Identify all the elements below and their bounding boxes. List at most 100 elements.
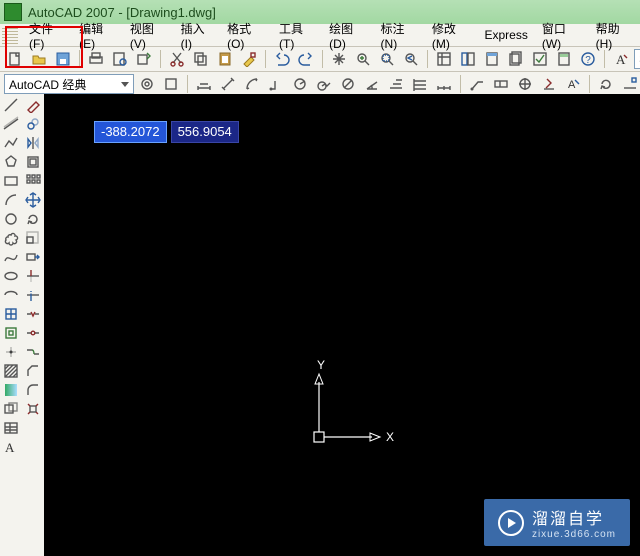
gradient-button[interactable] bbox=[2, 381, 20, 399]
menu-insert[interactable]: 插入(I) bbox=[174, 20, 220, 51]
help-button[interactable]: ? bbox=[577, 48, 599, 70]
dim-update-button[interactable] bbox=[595, 73, 617, 95]
dim-linear-button[interactable] bbox=[193, 73, 215, 95]
mtext-button[interactable]: A bbox=[2, 438, 20, 456]
dim-arc-button[interactable] bbox=[241, 73, 263, 95]
extend-button[interactable] bbox=[24, 286, 42, 304]
workspace-save-button[interactable] bbox=[160, 73, 182, 95]
xline-button[interactable] bbox=[2, 115, 20, 133]
stretch-button[interactable] bbox=[24, 248, 42, 266]
ellipse-button[interactable] bbox=[2, 267, 20, 285]
erase-button[interactable] bbox=[24, 96, 42, 114]
mirror-button[interactable] bbox=[24, 134, 42, 152]
table-button[interactable] bbox=[2, 419, 20, 437]
hatch-button[interactable] bbox=[2, 362, 20, 380]
block-button[interactable] bbox=[2, 324, 20, 342]
menu-draw[interactable]: 绘图(D) bbox=[322, 20, 373, 51]
sheetset-button[interactable] bbox=[505, 48, 527, 70]
undo-button[interactable] bbox=[271, 48, 293, 70]
dim-center-button[interactable] bbox=[514, 73, 536, 95]
menu-grip[interactable] bbox=[2, 26, 18, 44]
redo-button[interactable] bbox=[295, 48, 317, 70]
workspace-combo[interactable]: AutoCAD 经典 bbox=[4, 74, 134, 94]
toolpalettes-button[interactable] bbox=[481, 48, 503, 70]
dim-continue-button[interactable] bbox=[433, 73, 455, 95]
breakat-button[interactable] bbox=[24, 324, 42, 342]
drawing-area[interactable]: -388.2072 556.9054 Y X 溜溜自学 zi bbox=[44, 94, 640, 556]
workspace-settings-button[interactable] bbox=[136, 73, 158, 95]
menu-format[interactable]: 格式(O) bbox=[220, 20, 272, 51]
revcloud-button[interactable] bbox=[2, 229, 20, 247]
dim-radius-button[interactable] bbox=[289, 73, 311, 95]
region-button[interactable] bbox=[2, 400, 20, 418]
dim-aligned-button[interactable] bbox=[217, 73, 239, 95]
zoom-previous-button[interactable] bbox=[400, 48, 422, 70]
zoom-window-button[interactable] bbox=[376, 48, 398, 70]
dim-baseline-button[interactable] bbox=[409, 73, 431, 95]
dim-leader-button[interactable] bbox=[466, 73, 488, 95]
dim-ordinate-button[interactable] bbox=[265, 73, 287, 95]
explode-button[interactable] bbox=[24, 400, 42, 418]
fillet-button[interactable] bbox=[24, 381, 42, 399]
dim-edit-button[interactable] bbox=[538, 73, 560, 95]
break-button[interactable] bbox=[24, 305, 42, 323]
line-button[interactable] bbox=[2, 96, 20, 114]
ellipsearc-button[interactable] bbox=[2, 286, 20, 304]
dim-quick-button[interactable] bbox=[385, 73, 407, 95]
menu-express[interactable]: Express bbox=[477, 28, 534, 42]
menu-edit[interactable]: 编辑(E) bbox=[72, 20, 123, 51]
spline-button[interactable] bbox=[2, 248, 20, 266]
menu-modify[interactable]: 修改(M) bbox=[425, 20, 478, 51]
coord-x-field[interactable]: -388.2072 bbox=[94, 121, 167, 143]
offset-button[interactable] bbox=[24, 153, 42, 171]
join-button[interactable] bbox=[24, 343, 42, 361]
circle-button[interactable] bbox=[2, 210, 20, 228]
toolbar-draw: A bbox=[0, 94, 23, 556]
designcenter-button[interactable] bbox=[457, 48, 479, 70]
copy-button[interactable] bbox=[190, 48, 212, 70]
textstyle-combo[interactable]: Standard bbox=[634, 49, 640, 69]
pline-button[interactable] bbox=[2, 134, 20, 152]
menu-bar: 文件(F) 编辑(E) 视图(V) 插入(I) 格式(O) 工具(T) 绘图(D… bbox=[0, 24, 640, 47]
new-button[interactable] bbox=[4, 48, 26, 70]
menu-file[interactable]: 文件(F) bbox=[22, 20, 72, 51]
dim-jogged-button[interactable] bbox=[313, 73, 335, 95]
polygon-button[interactable] bbox=[2, 153, 20, 171]
array-button[interactable] bbox=[24, 172, 42, 190]
matchprop-button[interactable] bbox=[238, 48, 260, 70]
point-button[interactable] bbox=[2, 343, 20, 361]
scale-button[interactable] bbox=[24, 229, 42, 247]
textstyle-a-icon[interactable]: A bbox=[610, 48, 632, 70]
pan-button[interactable] bbox=[328, 48, 350, 70]
dim-tolerance-button[interactable] bbox=[490, 73, 512, 95]
menu-tools[interactable]: 工具(T) bbox=[272, 20, 322, 51]
copy2-button[interactable] bbox=[24, 115, 42, 133]
properties-button[interactable] bbox=[433, 48, 455, 70]
menu-view[interactable]: 视图(V) bbox=[123, 20, 174, 51]
save-button[interactable] bbox=[52, 48, 74, 70]
menu-dimension[interactable]: 标注(N) bbox=[374, 20, 425, 51]
dim-style-button[interactable] bbox=[619, 73, 640, 95]
insert-button[interactable] bbox=[2, 305, 20, 323]
chamfer-button[interactable] bbox=[24, 362, 42, 380]
arc-button[interactable] bbox=[2, 191, 20, 209]
dim-tedit-button[interactable]: A bbox=[562, 73, 584, 95]
coord-y-field[interactable]: 556.9054 bbox=[171, 121, 239, 143]
rectangle-button[interactable] bbox=[2, 172, 20, 190]
cut-button[interactable] bbox=[166, 48, 188, 70]
paste-button[interactable] bbox=[214, 48, 236, 70]
markup-button[interactable] bbox=[529, 48, 551, 70]
rotate-button[interactable] bbox=[24, 210, 42, 228]
publish-button[interactable] bbox=[133, 48, 155, 70]
trim-button[interactable] bbox=[24, 267, 42, 285]
dim-angular-button[interactable] bbox=[361, 73, 383, 95]
menu-window[interactable]: 窗口(W) bbox=[535, 20, 589, 51]
menu-help[interactable]: 帮助(H) bbox=[589, 20, 640, 51]
open-button[interactable] bbox=[28, 48, 50, 70]
dim-diameter-button[interactable] bbox=[337, 73, 359, 95]
quickcalc-button[interactable] bbox=[553, 48, 575, 70]
move-button[interactable] bbox=[24, 191, 42, 209]
plot-button[interactable] bbox=[85, 48, 107, 70]
zoom-realtime-button[interactable] bbox=[352, 48, 374, 70]
plot-preview-button[interactable] bbox=[109, 48, 131, 70]
